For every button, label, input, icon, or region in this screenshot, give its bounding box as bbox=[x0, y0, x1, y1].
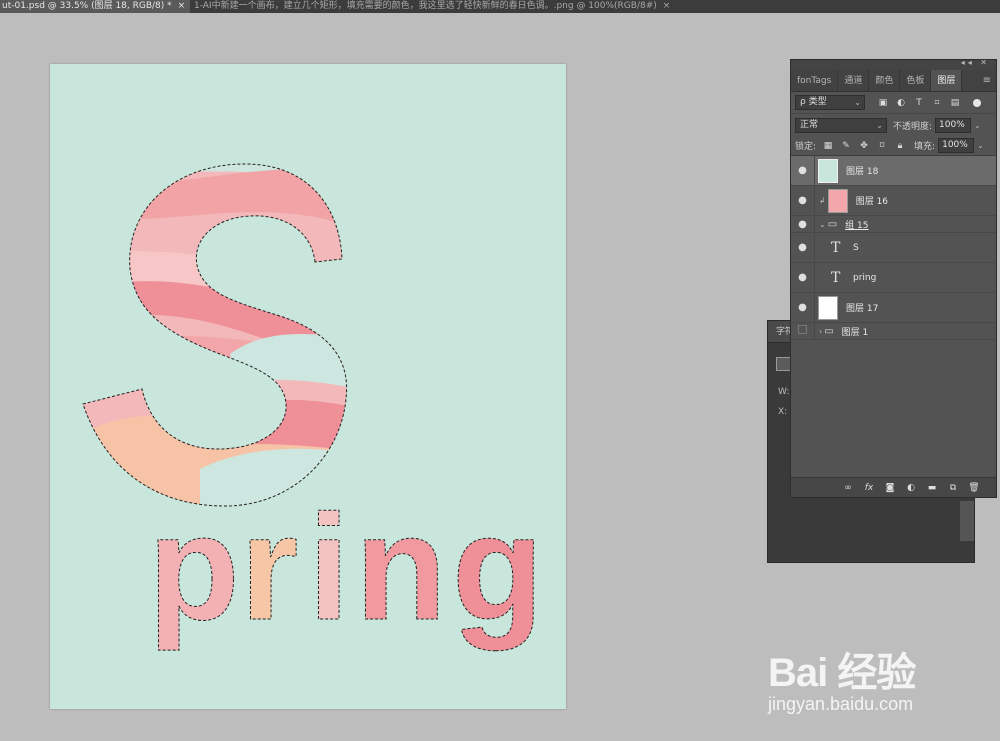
lock-all-icon[interactable]: 🔒︎ bbox=[894, 140, 906, 152]
canvas-artwork: p r i n g bbox=[82, 163, 545, 652]
clip-arrow-icon: ↲ bbox=[819, 196, 826, 205]
blend-mode-value: 正常 bbox=[800, 119, 819, 130]
document-canvas[interactable]: p r i n g bbox=[50, 64, 566, 709]
word-pring: p r i n g bbox=[148, 483, 545, 652]
scrollbar[interactable] bbox=[960, 501, 974, 541]
document-tab-active[interactable]: ut-01.psd @ 33.5% (图层 18, RGB/8) * × bbox=[0, 0, 190, 13]
document-tab-title: ut-01.psd @ 33.5% (图层 18, RGB/8) * bbox=[2, 1, 172, 11]
layer-thumbnail bbox=[818, 295, 838, 320]
fill-label: 填充: bbox=[914, 142, 936, 152]
smart-object-filter-icon[interactable]: ▤ bbox=[949, 97, 961, 109]
svg-text:i: i bbox=[308, 483, 350, 651]
layer-name: 组 15 bbox=[845, 220, 869, 231]
close-icon[interactable]: × bbox=[178, 1, 186, 11]
document-tab-inactive[interactable]: 1-AI中新建一个画布，建立几个矩形，填充需要的颜色，我这里选了轻快新鲜的春日色… bbox=[192, 0, 732, 13]
shape-filter-icon[interactable]: ⌗ bbox=[931, 97, 943, 109]
layer-name: pring bbox=[853, 272, 877, 283]
opacity-input[interactable]: 100% bbox=[935, 117, 972, 133]
filter-row: ρ 类型 ⌄ ▣ ◐ T ⌗ ▤ bbox=[791, 92, 996, 114]
folder-icon: ▭ bbox=[824, 325, 834, 337]
layer-name: 图层 17 bbox=[846, 304, 879, 314]
adjustment-filter-icon[interactable]: ◐ bbox=[895, 97, 907, 109]
blend-mode-select[interactable]: 正常 ⌄ bbox=[795, 117, 887, 133]
eye-icon[interactable]: ● bbox=[791, 293, 815, 322]
chevron-down-icon: ⌄ bbox=[876, 120, 883, 130]
layers-panel-footer: ∞ fx ◙ ◐ ▬ ⧉ 🗑︎ bbox=[791, 477, 996, 497]
fill-input[interactable]: 100% bbox=[938, 138, 975, 153]
opacity-label: 不透明度: bbox=[893, 121, 933, 132]
lock-brush-icon[interactable]: ✎ bbox=[840, 140, 852, 152]
trash-icon[interactable]: 🗑︎ bbox=[968, 482, 980, 494]
panel-top-strip: ◂◂ ✕ bbox=[791, 58, 996, 70]
tab-layers[interactable]: 图层 bbox=[931, 70, 963, 91]
layer-row-17[interactable]: ● 图层 17 bbox=[791, 293, 996, 323]
layer-row-group-15[interactable]: ● ⌄ ▭ 组 15 bbox=[791, 216, 996, 233]
layer-row-18[interactable]: ● 图层 18 bbox=[791, 156, 996, 186]
svg-text:p: p bbox=[148, 483, 240, 651]
w-label: W: bbox=[778, 387, 790, 397]
lock-move-icon[interactable]: ✥ bbox=[858, 140, 870, 152]
chevron-down-icon: ⌄ bbox=[854, 98, 861, 107]
layer-row-16[interactable]: ● ↲ 图层 16 bbox=[791, 186, 996, 216]
svg-text:n: n bbox=[355, 483, 447, 651]
layer-thumbnail bbox=[818, 158, 838, 183]
mask-icon[interactable]: ◙ bbox=[884, 482, 896, 494]
watermark-brand: Bai 经验 bbox=[768, 651, 916, 695]
eye-icon[interactable]: ● bbox=[791, 263, 815, 292]
eye-icon[interactable]: ● bbox=[791, 216, 815, 232]
letter-s-fill bbox=[83, 164, 347, 506]
blend-row: 正常 ⌄ 不透明度: 100% ⌄ bbox=[791, 114, 996, 136]
chevron-down-icon[interactable]: ⌄ bbox=[977, 141, 984, 150]
eye-icon[interactable]: ● bbox=[791, 186, 815, 215]
collapse-arrows-icon[interactable]: ◂◂ ✕ bbox=[961, 58, 990, 67]
document-tab-bar: ut-01.psd @ 33.5% (图层 18, RGB/8) * × 1-AI… bbox=[0, 0, 1000, 13]
layer-name: 图层 16 bbox=[855, 197, 889, 207]
filter-toggle-icon[interactable] bbox=[973, 98, 981, 107]
chevron-right-icon[interactable]: › bbox=[819, 327, 822, 336]
text-layer-icon: T bbox=[831, 269, 841, 286]
eye-icon[interactable]: ● bbox=[791, 156, 815, 185]
fx-icon[interactable]: fx bbox=[863, 482, 875, 494]
chevron-down-icon[interactable]: ⌄ bbox=[819, 220, 826, 229]
image-filter-icon[interactable]: ▣ bbox=[877, 97, 889, 109]
tab-swatches[interactable]: 色板 bbox=[900, 70, 932, 91]
layers-panel: ◂◂ ✕ fonTags 通道 颜色 色板 图层 ≡ ρ 类型 ⌄ ▣ ◐ T ⌗… bbox=[790, 58, 997, 498]
svg-text:r: r bbox=[240, 483, 298, 651]
filter-type-label: ρ 类型 bbox=[800, 97, 827, 107]
baidu-watermark: Bai 经验 jingyan.baidu.com bbox=[768, 632, 948, 722]
svg-text:g: g bbox=[452, 483, 544, 651]
folder-icon[interactable]: ▬ bbox=[926, 482, 938, 494]
layer-name: 图层 18 bbox=[846, 167, 879, 177]
folder-icon: ▭ bbox=[827, 218, 838, 230]
document-tab-title: 1-AI中新建一个画布，建立几个矩形，填充需要的颜色，我这里选了轻快新鲜的春日色… bbox=[194, 1, 657, 11]
panel-tabs: fonTags 通道 颜色 色板 图层 ≡ bbox=[791, 70, 996, 92]
tab-fontags[interactable]: fonTags bbox=[791, 70, 839, 91]
chevron-down-icon[interactable]: ⌄ bbox=[974, 121, 981, 130]
eye-icon[interactable]: ● bbox=[791, 233, 815, 262]
x-label: X: bbox=[778, 407, 788, 417]
panel-menu-icon[interactable]: ≡ bbox=[983, 70, 991, 92]
layer-name: 图层 1 bbox=[841, 327, 869, 338]
layer-row-text-pring[interactable]: ● T pring bbox=[791, 263, 996, 293]
new-layer-icon[interactable]: ⧉ bbox=[947, 482, 959, 494]
close-icon[interactable]: × bbox=[663, 1, 671, 11]
layer-thumbnail bbox=[827, 188, 848, 213]
layer-row-text-s[interactable]: ● T S bbox=[791, 233, 996, 263]
tab-channels[interactable]: 通道 bbox=[838, 70, 870, 91]
lock-transparent-icon[interactable]: ▦ bbox=[822, 140, 834, 152]
type-filter-icon[interactable]: T bbox=[913, 97, 925, 109]
eye-hidden-icon[interactable] bbox=[791, 323, 815, 339]
lock-label: 锁定: bbox=[795, 142, 817, 152]
text-layer-icon: T bbox=[831, 239, 841, 256]
adjustment-icon[interactable]: ◐ bbox=[905, 482, 917, 494]
watermark-url: jingyan.baidu.com bbox=[768, 694, 914, 714]
link-icon[interactable]: ∞ bbox=[842, 482, 854, 494]
lock-row: 锁定: ▦ ✎ ✥ ⌑ 🔒︎ 填充: 100% ⌄ bbox=[791, 136, 996, 156]
filter-type-select[interactable]: ρ 类型 ⌄ bbox=[795, 95, 865, 110]
tab-color[interactable]: 颜色 bbox=[869, 70, 901, 91]
lock-artboard-icon[interactable]: ⌑ bbox=[876, 140, 888, 152]
layer-name: S bbox=[853, 242, 859, 253]
layer-row-group-1[interactable]: › ▭ 图层 1 bbox=[791, 323, 996, 340]
